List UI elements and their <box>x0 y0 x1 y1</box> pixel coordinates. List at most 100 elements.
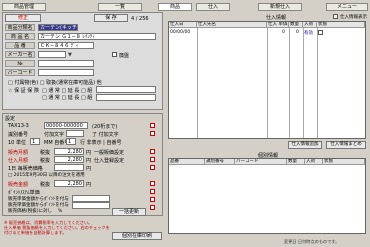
sale-amount-field[interactable]: 2,280 <box>54 180 84 187</box>
purchase-col-supplier[interactable]: 仕入先名 <box>197 22 267 28</box>
cost-note: 仕入登録設定 <box>94 158 125 164</box>
purchase-col-date[interactable]: 仕入日 <box>169 22 197 28</box>
purchase-col-divider <box>197 28 198 138</box>
purchase-info-checkbox-label: 仕入情報表示 <box>340 15 367 20</box>
settings-title: 設定 <box>5 116 16 122</box>
lot-field[interactable]: 1 <box>30 138 40 145</box>
discontinued-checkbox[interactable] <box>112 52 117 57</box>
sale-amount-checkbox[interactable] <box>150 181 155 186</box>
no-label: № <box>5 60 35 67</box>
purchase-col-price[interactable]: 仕入 単価 <box>267 22 289 28</box>
point-row-3: 販売価格(税抜)に対し % <box>8 209 63 214</box>
inventory-col-number[interactable]: 品番 <box>169 159 205 165</box>
bulk-update-button[interactable]: 一括更新 <box>112 208 146 216</box>
margin-checkbox[interactable] <box>150 165 155 170</box>
unit-note: 付加文字 <box>44 132 65 138</box>
purchase-row-checkbox[interactable] <box>318 30 323 35</box>
warranty-field-1[interactable] <box>96 86 156 93</box>
sale-amount-label: 販売金額 <box>8 182 29 188</box>
tax-code-field[interactable]: 00000-000000 <box>44 122 88 129</box>
inventory-col-qty[interactable]: 数量 <box>287 159 305 165</box>
purchase-col-status[interactable]: 状態 <box>317 22 365 28</box>
maker-label: メーカー名 <box>5 51 35 58</box>
cost-price-checkbox[interactable] <box>150 157 155 162</box>
point-label: ﾎﾟｲﾝﾄ/ｽﾃﾑ単価 <box>8 190 40 196</box>
warranty-label: ☆ 保 証 保 険 <box>8 88 39 94</box>
record-counter: 4 / 256 <box>131 16 149 22</box>
point-field-1[interactable] <box>72 195 110 202</box>
inventory-col-barcode[interactable]: バーコード <box>235 159 287 165</box>
point-checkbox-2[interactable] <box>150 197 155 202</box>
barcode-field[interactable] <box>38 69 94 76</box>
inventory-col-arrival[interactable]: 入荷 <box>305 159 323 165</box>
sale-amount-tag: 税抜 <box>40 182 51 188</box>
unit-checkbox[interactable] <box>150 131 155 136</box>
maker-field[interactable] <box>38 51 66 58</box>
tax-label: TAX13-3 <box>8 123 29 129</box>
inventory-grid[interactable] <box>168 158 366 234</box>
margin-label: 1日 毎販売価格 <box>8 166 43 172</box>
purchase-summary-button[interactable]: 仕入情報まとめ <box>326 141 366 149</box>
section-field[interactable]: カーテン(キッチン) <box>38 24 78 31</box>
sell-price-label: 販売月額 <box>8 150 29 156</box>
cost-price-unit: 円 <box>86 158 92 164</box>
name-label: 商 品 名 <box>5 33 35 40</box>
number-field[interactable]: ＣＫ−８４６ ﾃﾞｨ <box>38 42 94 49</box>
margin-note[interactable]: □ 2015年9月30日 以降の注文を適用 <box>8 172 85 178</box>
edit-button[interactable]: 修正 <box>5 14 41 22</box>
point-field-2[interactable] <box>72 202 110 209</box>
unit-note-2: 了 付加文字 <box>92 132 119 138</box>
options-row: □ 付属物(色) □ 取扱(通常在庫可能品) 他 <box>8 80 102 86</box>
warranty-row-1[interactable]: □ 通 常 □ 延 長 □ 組 <box>42 87 92 94</box>
inventory-print-button[interactable]: 個別在庫印刷 <box>112 232 162 240</box>
period-note: 行 非表示 | 自番号 <box>80 140 122 146</box>
name-field[interactable]: カーテン Ｇ１−８ ﾚｲﾝﾃｨ <box>38 33 156 40</box>
unit-field[interactable] <box>66 130 84 137</box>
margin-unit: 円 <box>86 166 92 172</box>
tab-new-purchase[interactable]: 新規仕入 <box>258 3 302 11</box>
tax-checkbox[interactable] <box>150 123 155 128</box>
maker-dropdown-icon[interactable]: ▼ <box>68 52 72 58</box>
purchase-info-title: 仕入情報 <box>266 15 287 21</box>
tab-list[interactable]: 一覧 <box>98 3 142 11</box>
point-checkbox-3[interactable] <box>150 205 155 210</box>
purchase-cell-arrival: 有効 <box>304 31 313 36</box>
period-field[interactable]: 1 <box>66 138 76 145</box>
sell-price-tag: 税抜 <box>40 150 51 156</box>
sell-price-note: 一般販価設定 <box>94 150 125 156</box>
tab-product-management[interactable]: 商品管理 <box>2 3 46 11</box>
save-button[interactable]: 保 存 <box>94 14 128 22</box>
purchase-col-divider <box>289 28 290 138</box>
warranty-field-2[interactable] <box>96 94 156 101</box>
purchase-cell-qty: 0 <box>296 30 299 35</box>
tax-note: (20桁まで) <box>92 124 118 130</box>
number-label: 品 番 <box>5 42 35 49</box>
tab-purchase[interactable]: 仕入 <box>196 3 230 11</box>
cost-price-tag: 税抜 <box>40 158 51 164</box>
inventory-col-id[interactable]: 識別番号 <box>205 159 235 165</box>
sell-price-checkbox[interactable] <box>150 149 155 154</box>
tab-product[interactable]: 商品 <box>158 3 192 11</box>
purchase-col-divider <box>303 28 304 138</box>
inventory-col-status[interactable]: 状態 <box>323 159 365 165</box>
purchase-col-divider <box>317 28 318 138</box>
cost-price-field[interactable]: 2,280 <box>54 156 84 163</box>
purchase-info-checkbox[interactable] <box>333 14 338 19</box>
purchase-col-qty[interactable]: 数量 <box>289 22 303 28</box>
purchase-add-button[interactable]: 仕入情報追加 <box>288 141 322 149</box>
lot-label: 10 単位 <box>8 140 26 146</box>
sale-amount-unit: 円 <box>86 182 92 188</box>
purchase-cell-date: 00/00/00 <box>170 30 191 35</box>
point-checkbox-1[interactable] <box>150 189 155 194</box>
margin-field[interactable] <box>54 164 84 171</box>
sell-price-field[interactable]: 2,280 <box>54 148 84 155</box>
section-label: 商品分類名 <box>5 24 35 31</box>
footer-note: ※ 販売価格は、消費税率を入力してください。 仕入単価 税抜価格を入力してくださ… <box>4 220 110 235</box>
purchase-col-divider <box>267 28 268 138</box>
no-field[interactable] <box>38 60 94 67</box>
purchase-col-arrival[interactable]: 入荷 <box>303 22 317 28</box>
discontinued-label: 廃盤 <box>119 53 130 59</box>
warranty-row-2[interactable]: □ 通 常 □ 延 長 □ 組 <box>42 94 92 101</box>
sell-price-unit: 円 <box>86 150 92 156</box>
tab-menu[interactable]: メニュー <box>326 3 368 11</box>
